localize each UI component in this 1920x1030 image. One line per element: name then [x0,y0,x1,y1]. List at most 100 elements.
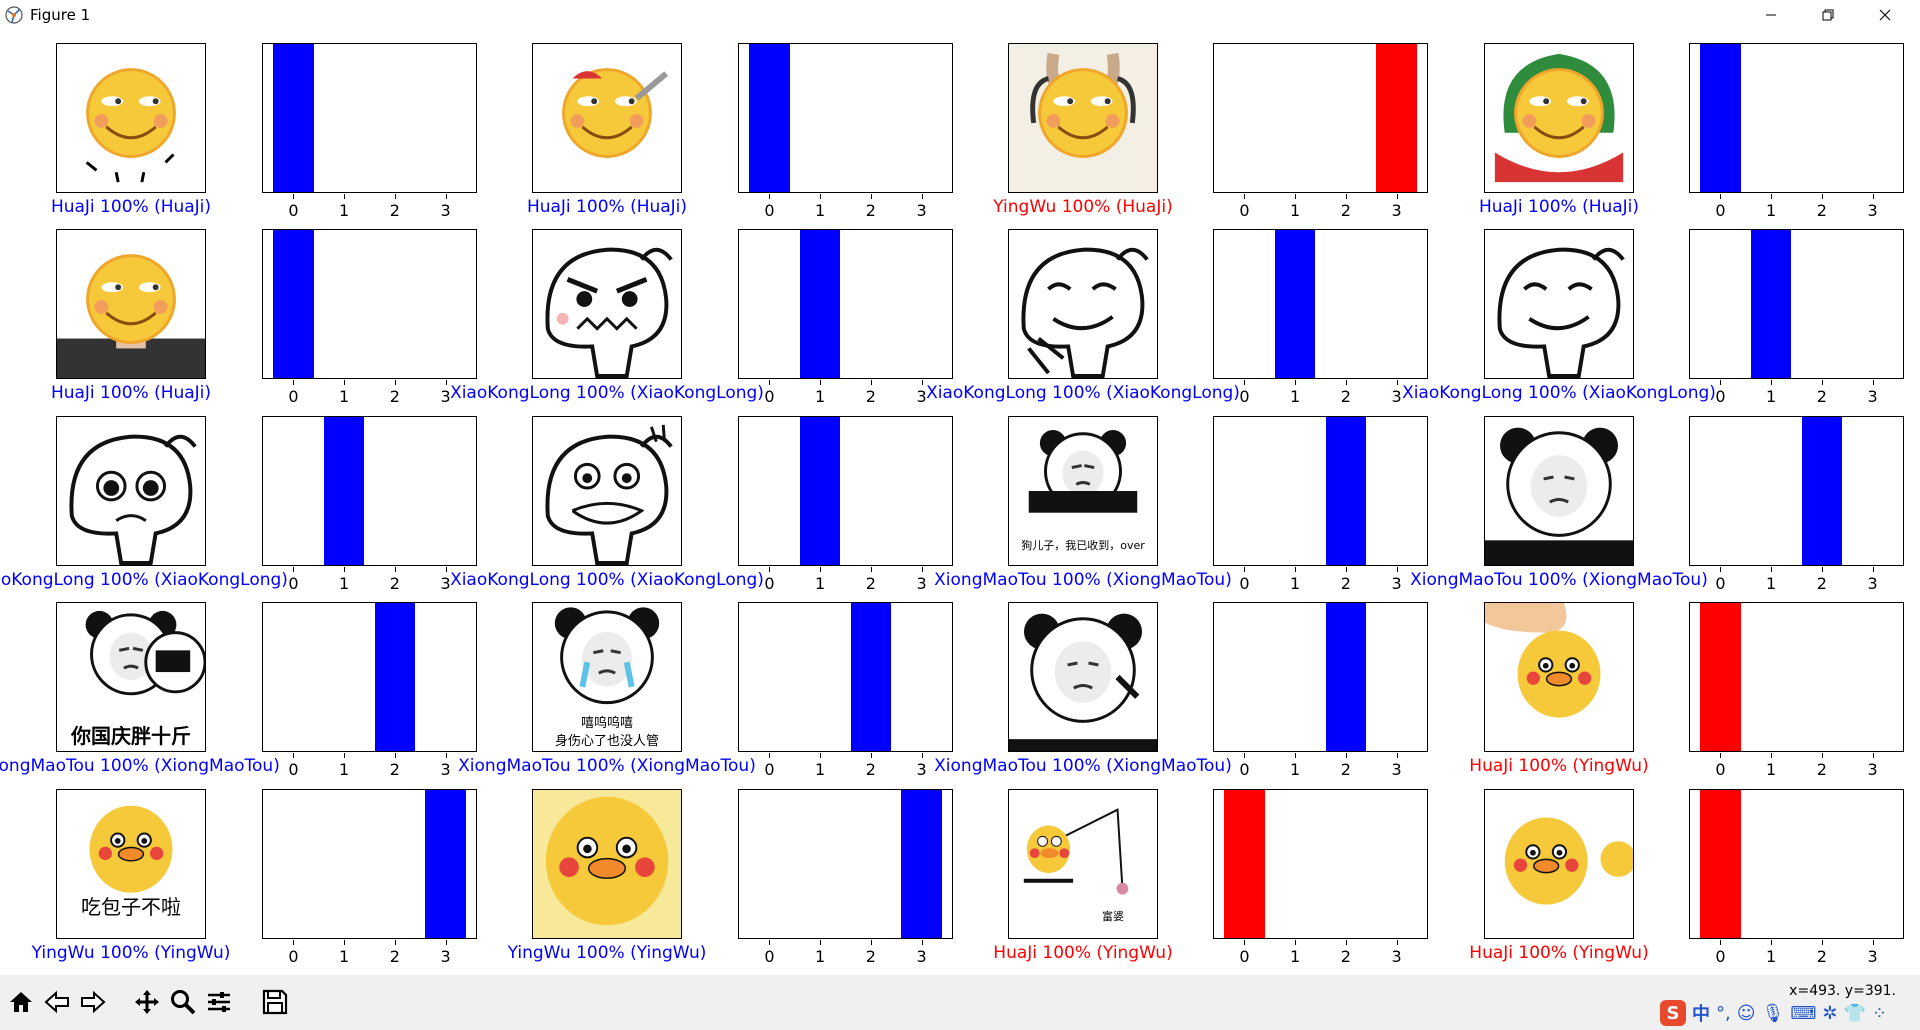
x-tick-mark [1720,194,1722,199]
meme-image-duck-fish: 富婆 [1008,789,1158,939]
minimize-button[interactable] [1748,0,1794,30]
x-tick-label: 0 [1715,387,1726,406]
x-tick-label: 2 [389,574,400,593]
x-tick-mark [394,940,396,945]
restore-icon [1822,9,1834,21]
prediction-caption: HuaJi 100% (HuaJi) [1478,197,1640,217]
prediction-caption: XiongMaoTou 100% (XiongMaoTou) [1410,570,1708,590]
x-tick-label: 2 [389,387,400,406]
figure-canvas[interactable]: HuaJi 100% (HuaJi) 0 1 2 3 HuaJi 100% (HuaJi)… [0,30,1920,975]
x-tick-label: 0 [1239,760,1250,779]
meme-image-huaji-scarf [1484,43,1634,193]
x-tick-mark [921,380,923,385]
probability-bar [1700,603,1741,751]
ime-status-bar[interactable]: S 中 °, ☺ 🎙 ⌨ ✲ 👕 ⁘ [1660,999,1887,1027]
x-tick-mark [870,940,872,945]
floppy-disk-icon [262,989,288,1015]
prediction-caption: XiongMaoTou 100% (XiongMaoTou) [458,756,756,776]
x-tick-label: 0 [1239,201,1250,220]
probability-bar-plot: 0123 [262,229,477,406]
shirt-icon[interactable]: 👕 [1843,1003,1865,1024]
x-tick-mark [820,567,822,572]
x-tick-mark [1872,940,1874,945]
probability-bar [1325,417,1367,565]
x-tick-mark [1244,940,1246,945]
home-icon [10,992,32,1012]
x-tick-mark [1345,753,1347,758]
probability-bar [1801,417,1843,565]
x-tick-label: 1 [1290,387,1301,406]
pan-button[interactable] [130,985,164,1019]
meme-text: 嘻呜呜嘻 [580,716,633,731]
x-tick-mark [1295,753,1297,758]
meme-image-dino-sad [56,416,206,566]
x-tick-mark [1244,753,1246,758]
x-tick-label: 3 [916,201,927,220]
probability-bar-plot: 0123 [1213,789,1428,966]
grid-icon[interactable]: ⁘ [1872,1003,1887,1024]
probability-bar-plot: 0123 [738,229,953,406]
x-tick-label: 1 [1766,760,1777,779]
probability-bar [1325,603,1367,751]
probability-bar-plot: 0123 [738,602,953,779]
restore-button[interactable] [1805,0,1851,30]
probability-bar-plot: 0123 [1689,416,1904,593]
probability-bar-plot: 0123 [1689,602,1904,779]
x-tick-label: 0 [1239,947,1250,966]
x-tick-label: 0 [1715,947,1726,966]
meme-image-dino-smirk [1008,229,1158,379]
x-tick-label: 2 [1816,201,1827,220]
x-tick-label: 0 [764,387,775,406]
emoji-icon[interactable]: ☺ [1737,1003,1756,1024]
x-tick-label: 2 [1816,760,1827,779]
forward-button[interactable] [76,985,110,1019]
x-tick-mark [1771,194,1773,199]
x-tick-mark [293,567,295,572]
x-tick-mark [1295,194,1297,199]
x-tick-label: 1 [1766,387,1777,406]
prediction-caption: XiaoKongLong 100% (XiaoKongLong) [926,383,1240,403]
probability-bar [323,417,365,565]
configure-subplots-button[interactable] [202,985,236,1019]
x-tick-mark [1720,753,1722,758]
save-button[interactable] [258,985,292,1019]
zoom-button[interactable] [166,985,200,1019]
x-tick-mark [1295,940,1297,945]
x-tick-label: 2 [389,201,400,220]
x-tick-label: 0 [1715,760,1726,779]
x-tick-mark [1396,380,1398,385]
prediction-caption: HuaJi 100% (YingWu) [993,943,1173,963]
x-tick-label: 1 [1290,760,1301,779]
x-tick-label: 0 [1239,574,1250,593]
keyboard-icon[interactable]: ⌨ [1790,1003,1816,1024]
x-tick-mark [1720,940,1722,945]
x-tick-label: 2 [865,574,876,593]
meme-image-dino-grin [1484,229,1634,379]
x-tick-label: 3 [1867,574,1878,593]
ime-mode-label[interactable]: 中 [1692,1000,1710,1026]
home-button[interactable] [4,985,38,1019]
meme-text: 狗儿子，我已收到，over [1021,539,1145,552]
microphone-icon[interactable]: 🎙 [1762,1003,1785,1024]
prediction-caption: XiongMaoTou 100% (XiongMaoTou) [0,756,280,776]
ime-punctuation-label[interactable]: °, [1716,1003,1731,1024]
x-tick-label: 1 [1290,201,1301,220]
x-tick-mark [820,940,822,945]
x-tick-label: 3 [1391,387,1402,406]
x-tick-mark [445,753,447,758]
x-tick-mark [293,940,295,945]
probability-bar-plot: 0123 [738,416,953,593]
navigation-toolbar: x=493. y=391. S 中 °, ☺ 🎙 ⌨ ✲ 👕 ⁘ [0,975,1920,1030]
arrow-left-icon [44,990,69,1014]
close-button[interactable] [1862,0,1908,30]
meme-image-dino-cry [532,416,682,566]
x-tick-mark [1821,940,1823,945]
x-tick-mark [1345,380,1347,385]
back-button[interactable] [40,985,74,1019]
x-tick-mark [394,194,396,199]
x-tick-mark [293,194,295,199]
x-tick-label: 3 [1867,387,1878,406]
x-tick-mark [1872,753,1874,758]
x-tick-label: 2 [389,947,400,966]
skin-icon[interactable]: ✲ [1822,1003,1837,1024]
